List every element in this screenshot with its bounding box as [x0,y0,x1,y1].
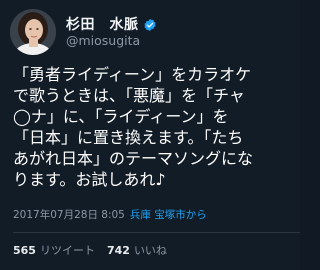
tweet-meta: 2017年07月28日 8:05 兵庫 宝塚市から [13,207,207,222]
tweet-stats: 565 リツイート 742 いいね [13,242,167,258]
tweet-line: ります。お試しあれ♪ [13,170,166,189]
retweet-label[interactable]: リツイート [40,242,95,258]
tweet-line: 「日本」に置き換えます。「たち [13,128,244,147]
tweet-line: あがれ日本」のテーマソングにな [13,149,254,168]
tweet-line: 「勇者ライディーン」をカラオケ [13,65,252,84]
tweet-location-link[interactable]: 兵庫 宝塚市から [130,207,207,222]
author-display-name[interactable]: 杉田 水脈 [66,14,139,34]
retweet-count[interactable]: 565 [13,244,36,257]
tweet-timestamp[interactable]: 2017年07月28日 8:05 [13,207,125,222]
profile-photo-icon [10,9,56,55]
like-count[interactable]: 742 [107,244,130,257]
verified-badge-icon [143,17,157,32]
tweet-line: ◯ナ」に、「ライディーン」を [13,107,229,126]
author-name-row[interactable]: 杉田 水脈 [66,14,157,34]
tweet-text: 「勇者ライディーン」をカラオケ で歌うときは、「悪魔」を「チャ ◯ナ」に、「ライ… [13,64,295,190]
tweet-card: 杉田 水脈 @miosugita 「勇者ライディーン」をカラオケ で歌うときは、… [0,0,300,270]
author-handle[interactable]: @miosugita [66,33,140,48]
like-label[interactable]: いいね [134,242,167,258]
divider [13,232,300,233]
avatar[interactable] [10,9,56,55]
tweet-line: で歌うときは、「悪魔」を「チャ [13,86,245,105]
